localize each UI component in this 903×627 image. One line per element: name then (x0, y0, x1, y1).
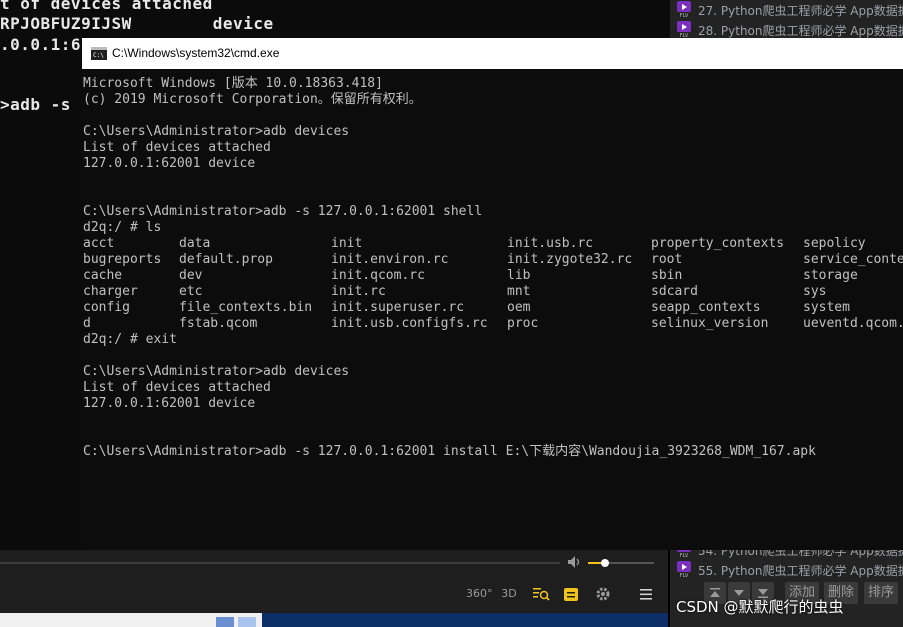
playlist-menu-icon[interactable] (637, 584, 655, 604)
cmd-titlebar[interactable]: C:\ C:\Windows\system32\cmd.exe (82, 38, 903, 69)
playlist-item[interactable]: FLV 28. Python爬虫工程师必学 App数据抓 (670, 20, 903, 40)
player-control-bar: 360° 3D (0, 550, 668, 613)
console-line: d2q:/ # exit (83, 332, 177, 347)
volume-knob[interactable] (600, 559, 609, 567)
ls-entry: dev (179, 268, 203, 283)
svg-text:C:\: C:\ (93, 52, 104, 59)
view-3d-button[interactable]: 3D (498, 584, 520, 604)
cmd-app-icon: C:\ (91, 47, 107, 60)
console-line: d2q:/ # ls (83, 220, 162, 235)
ls-entry: proc (507, 316, 539, 331)
ls-entry: root (651, 252, 683, 267)
flv-file-icon: FLV (677, 1, 691, 17)
ls-entry: oem (507, 300, 531, 315)
ls-entry: sepolicy (803, 236, 866, 251)
ls-entry: file_contexts.bin (179, 300, 313, 315)
bg-terminal-line: RPJOBFUZ9IJSW device (0, 14, 274, 33)
console-line: C:\Users\Administrator>adb devices (83, 124, 350, 139)
ls-entry: data (179, 236, 211, 251)
volume-icon[interactable] (567, 555, 583, 569)
console-line: List of devices attached (83, 140, 271, 155)
ls-entry: charger (83, 284, 138, 299)
ls-entry: default.prop (179, 252, 273, 267)
ls-entry: init.zygote32.rc (507, 252, 633, 267)
taskbar-wallpaper-strip (262, 613, 668, 627)
watermark: CSDN @默默爬行的虫虫 (676, 598, 844, 616)
svg-text:FLV: FLV (680, 13, 689, 17)
taskbar-app-icon[interactable] (238, 617, 256, 627)
console-line: C:\Users\Administrator>adb -s 127.0.0.1:… (83, 444, 816, 459)
console-line: Microsoft Windows [版本 10.0.18363.418] (83, 76, 383, 91)
console-line: (c) 2019 Microsoft Corporation。保留所有权利。 (83, 92, 422, 107)
taskbar-app-icon[interactable] (216, 617, 234, 627)
cmd-console[interactable]: Microsoft Windows [版本 10.0.18363.418] (c)… (82, 69, 903, 550)
gear-icon[interactable] (594, 584, 612, 604)
cmd-window-title: C:\Windows\system32\cmd.exe (112, 46, 280, 60)
ls-entry: init.superuser.rc (331, 300, 465, 315)
cmd-window: C:\ C:\Windows\system32\cmd.exe Microsof… (82, 38, 903, 550)
playlist-item-label: 28. Python爬虫工程师必学 App数据抓 (698, 24, 903, 38)
flv-file-icon: FLV (677, 561, 691, 577)
ls-entry: selinux_version (651, 316, 769, 331)
playlist-item[interactable]: FLV 55. Python爬虫工程师必学 App数据抓 (670, 560, 903, 580)
progress-bar[interactable] (0, 562, 560, 564)
ls-entry: etc (179, 284, 203, 299)
ls-entry: bugreports (83, 252, 162, 267)
ls-entry: init.usb.rc (507, 236, 594, 251)
ls-entry: init.usb.configfs.rc (331, 316, 488, 331)
playlist-item[interactable]: FLV 27. Python爬虫工程师必学 App数据抓 (670, 0, 903, 20)
ls-entry: mnt (507, 284, 531, 299)
ls-entry: cache (83, 268, 123, 283)
bg-terminal-line: t of devices attached (0, 0, 213, 13)
ls-entry: config (83, 300, 130, 315)
taskbar (0, 613, 668, 627)
view-360-button[interactable]: 360° (466, 584, 493, 604)
console-line: 127.0.0.1:62001 device (83, 156, 256, 171)
playlist-item-label: 27. Python爬虫工程师必学 App数据抓 (698, 4, 903, 18)
ls-entry: init.environ.rc (331, 252, 449, 267)
ls-entry: sdcard (651, 284, 698, 299)
console-line: C:\Users\Administrator>adb -s 127.0.0.1:… (83, 204, 483, 219)
console-line: List of devices attached (83, 380, 271, 395)
ls-entry: sys (803, 284, 827, 299)
svg-text:FLV: FLV (680, 33, 689, 37)
ls-entry: seapp_contexts (651, 300, 761, 315)
bg-terminal-line: >adb -s 1 (0, 95, 92, 114)
console-line: C:\Users\Administrator>adb devices (83, 364, 350, 379)
flv-file-icon: FLV (677, 21, 691, 37)
ls-entry: init.rc (331, 284, 386, 299)
volume-slider[interactable] (588, 559, 654, 567)
ls-entry: lib (507, 268, 531, 283)
console-line: 127.0.0.1:62001 device (83, 396, 256, 411)
sort-button[interactable]: 排序 (864, 582, 898, 604)
ls-entry: sbin (651, 268, 683, 283)
ls-entry: init.qcom.rc (331, 268, 425, 283)
search-list-icon[interactable] (531, 584, 551, 604)
svg-text:FLV: FLV (680, 573, 689, 577)
ls-entry: property_contexts (651, 236, 785, 251)
ls-entry: ueventd.qcom. (803, 316, 903, 331)
svg-text:FLV: FLV (680, 553, 689, 557)
ls-entry: fstab.qcom (179, 316, 258, 331)
ls-entry: d (83, 316, 91, 331)
ls-entry: system (803, 300, 850, 315)
ls-entry: service_conte (803, 252, 903, 267)
ls-entry: storage (803, 268, 858, 283)
playlist-item-label: 55. Python爬虫工程师必学 App数据抓 (698, 564, 903, 578)
ls-entry: acct (83, 236, 115, 251)
ls-entry: init (331, 236, 363, 251)
subtitle-icon[interactable] (562, 584, 580, 604)
